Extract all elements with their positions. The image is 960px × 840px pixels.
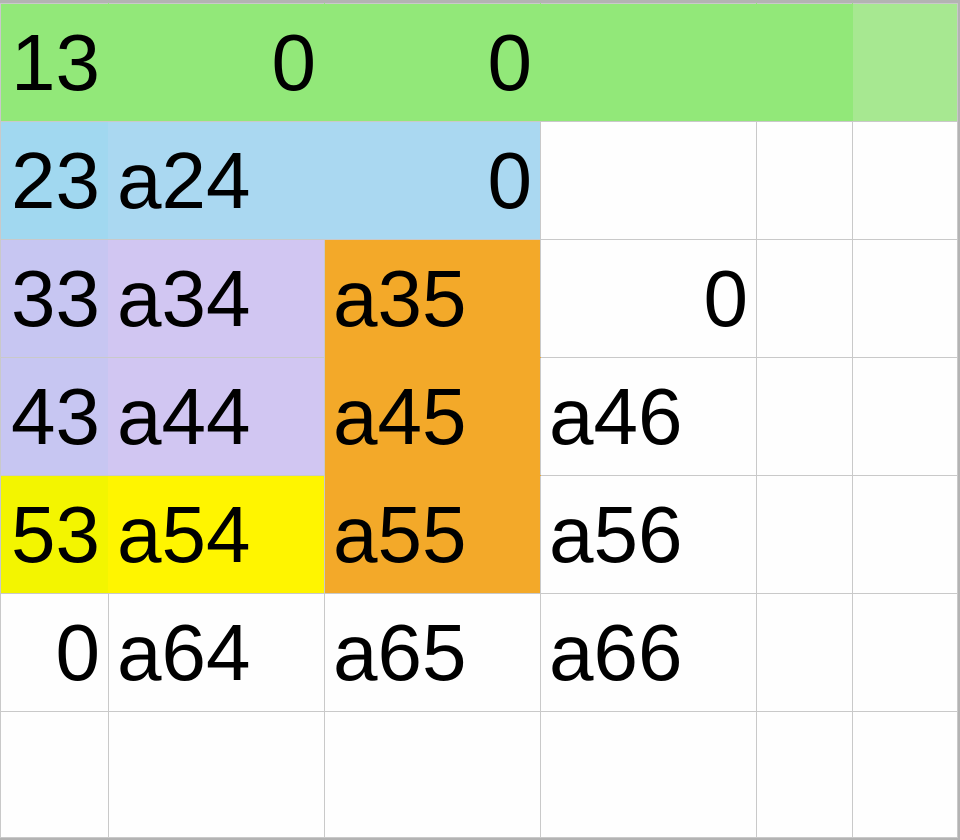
cell-r5c6[interactable]	[853, 476, 958, 594]
cell-r6c5[interactable]	[757, 594, 853, 712]
spreadsheet-viewport: 13 0 0 23 a24 0 33 a34 a35 0 43	[0, 0, 960, 840]
cell-r4c4[interactable]: a46	[541, 358, 757, 476]
row-4: 43 a44 a45 a46	[1, 358, 958, 476]
cell-r6c6[interactable]	[853, 594, 958, 712]
cell-r2c2[interactable]: a24	[109, 122, 325, 240]
cell-r7c5[interactable]	[757, 712, 853, 838]
cell-r7c2[interactable]	[109, 712, 325, 838]
cell-r3c6[interactable]	[853, 240, 958, 358]
cell-r5c3[interactable]: a55	[325, 476, 541, 594]
cell-r1c1[interactable]: 13	[1, 4, 109, 122]
cell-r1c2[interactable]: 0	[109, 4, 325, 122]
cell-r2c1[interactable]: 23	[1, 122, 109, 240]
cell-r1c6[interactable]	[853, 4, 958, 122]
cell-r1c5[interactable]	[757, 4, 853, 122]
cell-r7c3[interactable]	[325, 712, 541, 838]
cell-r5c5[interactable]	[757, 476, 853, 594]
cell-r2c3[interactable]: 0	[325, 122, 541, 240]
row-5: 53 a54 a55 a56	[1, 476, 958, 594]
cell-r4c5[interactable]	[757, 358, 853, 476]
cell-r2c5[interactable]	[757, 122, 853, 240]
cell-r4c2[interactable]: a44	[109, 358, 325, 476]
cell-r3c1[interactable]: 33	[1, 240, 109, 358]
row-6: 0 a64 a65 a66	[1, 594, 958, 712]
cell-r2c6[interactable]	[853, 122, 958, 240]
cell-r3c3[interactable]: a35	[325, 240, 541, 358]
cell-r7c6[interactable]	[853, 712, 958, 838]
cell-r5c1[interactable]: 53	[1, 476, 109, 594]
cell-r4c3[interactable]: a45	[325, 358, 541, 476]
cell-r1c3[interactable]: 0	[325, 4, 541, 122]
cell-r2c4[interactable]	[541, 122, 757, 240]
cell-r3c4[interactable]: 0	[541, 240, 757, 358]
row-7	[1, 712, 958, 838]
cell-r6c3[interactable]: a65	[325, 594, 541, 712]
cell-r4c1[interactable]: 43	[1, 358, 109, 476]
cell-r3c2[interactable]: a34	[109, 240, 325, 358]
cell-r6c2[interactable]: a64	[109, 594, 325, 712]
spreadsheet-grid: 13 0 0 23 a24 0 33 a34 a35 0 43	[0, 3, 958, 838]
row-2: 23 a24 0	[1, 122, 958, 240]
cell-r4c6[interactable]	[853, 358, 958, 476]
cell-r1c4[interactable]	[541, 4, 757, 122]
cell-r5c4[interactable]: a56	[541, 476, 757, 594]
cell-r5c2[interactable]: a54	[109, 476, 325, 594]
cell-r7c4[interactable]	[541, 712, 757, 838]
cell-r6c4[interactable]: a66	[541, 594, 757, 712]
cell-r6c1[interactable]: 0	[1, 594, 109, 712]
cell-r3c5[interactable]	[757, 240, 853, 358]
cell-r7c1[interactable]	[1, 712, 109, 838]
row-1: 13 0 0	[1, 4, 958, 122]
row-3: 33 a34 a35 0	[1, 240, 958, 358]
